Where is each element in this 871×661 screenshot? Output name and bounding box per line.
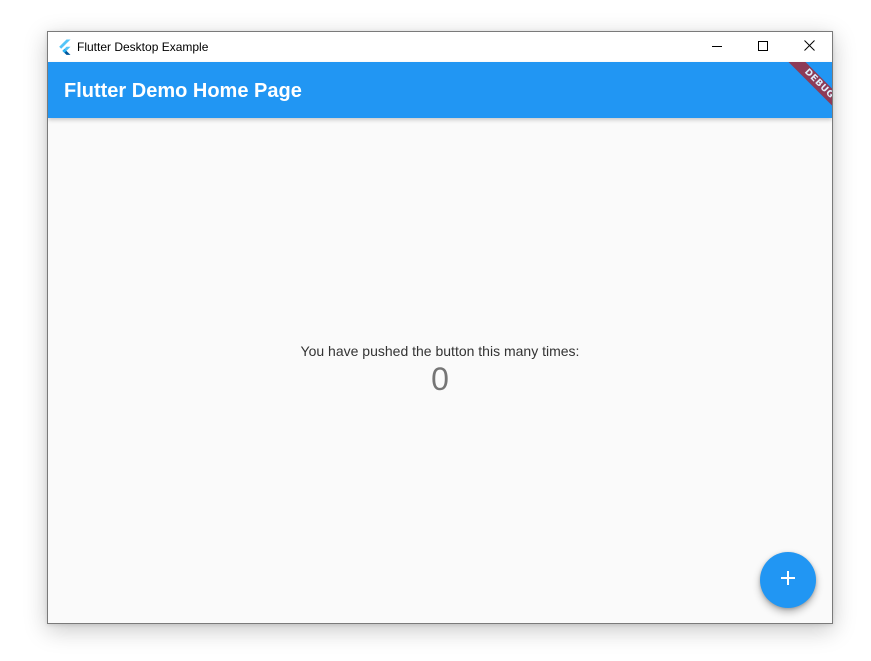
minimize-button[interactable] (694, 32, 740, 62)
main-content: You have pushed the button this many tim… (48, 118, 832, 623)
maximize-icon (758, 38, 768, 56)
app-bar: Flutter Demo Home Page (48, 62, 832, 118)
close-button[interactable] (786, 32, 832, 62)
maximize-button[interactable] (740, 32, 786, 62)
increment-button[interactable] (760, 552, 816, 608)
app-window: Flutter Desktop Example Flutter Demo Hom… (47, 31, 833, 624)
counter-message: You have pushed the button this many tim… (300, 343, 580, 359)
flutter-logo-icon (57, 39, 73, 55)
window-titlebar[interactable]: Flutter Desktop Example (48, 32, 832, 62)
counter-value: 0 (431, 361, 449, 397)
close-icon (803, 38, 815, 56)
minimize-icon (712, 38, 722, 56)
page-title: Flutter Demo Home Page (64, 80, 302, 102)
window-title: Flutter Desktop Example (77, 40, 209, 54)
add-icon (780, 570, 796, 591)
